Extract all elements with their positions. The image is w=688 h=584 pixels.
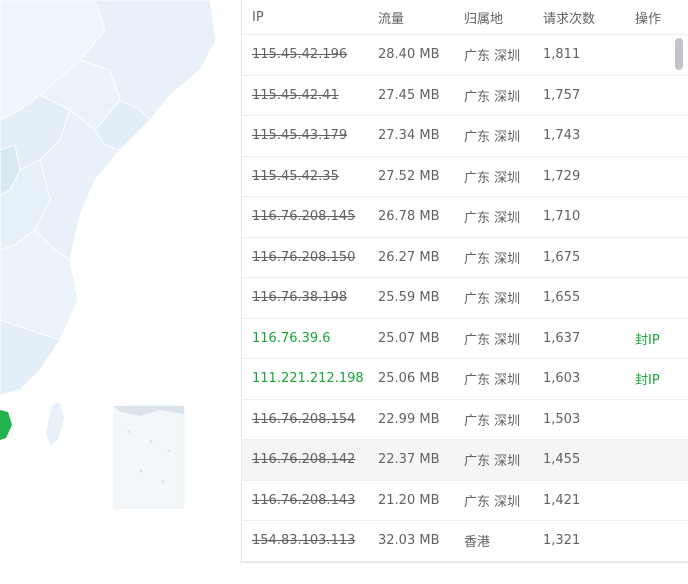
ip-table: IP 流量 归属地 请求次数 操作 115.45.42.196 28.40 MB 广… (241, 0, 688, 563)
ip-cell: 116.76.208.142 (252, 452, 356, 468)
table-header: IP 流量 归属地 请求次数 操作 (242, 0, 688, 35)
requests-cell: 1,743 (543, 128, 581, 144)
requests-cell: 1,710 (543, 209, 581, 225)
header-flow[interactable]: 流量 (368, 8, 454, 27)
table-row: 116.76.208.142 22.37 MB 广东 深圳 1,455 (242, 440, 688, 481)
ip-cell: 116.76.208.150 (252, 249, 356, 265)
table-row: 111.221.212.198 25.06 MB 广东 深圳 1,603 封IP (242, 359, 688, 400)
location-cell: 广东 深圳 (464, 251, 521, 267)
table-row: 154.83.103.113 32.03 MB 香港 1,321 (242, 521, 688, 562)
header-requests[interactable]: 请求次数 (533, 8, 625, 27)
location-cell: 广东 深圳 (464, 494, 521, 510)
location-cell: 广东 深圳 (464, 130, 521, 146)
table-scrollbar[interactable] (675, 34, 683, 562)
flow-cell: 27.52 MB (378, 168, 440, 184)
flow-cell: 22.37 MB (378, 452, 440, 468)
flow-cell: 25.07 MB (378, 330, 440, 346)
flow-cell: 26.27 MB (378, 249, 440, 265)
ip-cell: 115.45.42.41 (252, 87, 339, 103)
table-row: 116.76.38.198 25.59 MB 广东 深圳 1,655 (242, 278, 688, 319)
table-row: 115.45.42.196 28.40 MB 广东 深圳 1,811 (242, 35, 688, 76)
flow-cell: 25.06 MB (378, 371, 440, 387)
location-cell: 广东 深圳 (464, 454, 521, 470)
location-cell: 广东 深圳 (464, 292, 521, 308)
requests-cell: 1,321 (543, 533, 581, 549)
ip-cell: 116.76.208.154 (252, 411, 356, 427)
location-cell: 广东 深圳 (464, 332, 521, 348)
map-island (46, 402, 64, 446)
ip-cell: 116.76.38.198 (252, 290, 348, 306)
ip-cell: 116.76.39.6 (252, 330, 331, 346)
requests-cell: 1,421 (543, 492, 581, 508)
location-cell: 广东 深圳 (464, 89, 521, 105)
table-row: 116.76.208.143 21.20 MB 广东 深圳 1,421 (242, 481, 688, 521)
ip-cell: 115.45.42.196 (252, 47, 348, 63)
location-cell: 广东 深圳 (464, 170, 521, 186)
flow-cell: 28.40 MB (378, 47, 440, 63)
ban-ip-button[interactable]: 封IP (635, 333, 660, 348)
flow-cell: 21.20 MB (378, 492, 440, 508)
location-cell: 广东 深圳 (464, 49, 521, 65)
map-inset-box (113, 405, 185, 509)
ip-cell: 115.45.42.35 (252, 168, 339, 184)
action-cell: 封IP (625, 369, 675, 388)
flow-cell: 27.34 MB (378, 128, 440, 144)
flow-cell: 22.99 MB (378, 411, 440, 427)
requests-cell: 1,503 (543, 411, 581, 427)
table-row: 115.45.43.179 27.34 MB 广东 深圳 1,743 (242, 116, 688, 157)
table-row: 116.76.208.145 26.78 MB 广东 深圳 1,710 (242, 197, 688, 238)
requests-cell: 1,811 (543, 47, 581, 63)
flow-cell: 27.45 MB (378, 87, 440, 103)
requests-cell: 1,675 (543, 249, 581, 265)
table-body: 115.45.42.196 28.40 MB 广东 深圳 1,811 115.45.42… (242, 35, 688, 562)
table-row: 115.45.42.35 27.52 MB 广东 深圳 1,729 (242, 157, 688, 197)
flow-cell: 26.78 MB (378, 209, 440, 225)
table-row: 116.76.208.154 22.99 MB 广东 深圳 1,503 (242, 400, 688, 440)
flow-cell: 32.03 MB (378, 533, 440, 549)
table-row: 115.45.42.41 27.45 MB 广东 深圳 1,757 (242, 76, 688, 116)
header-action: 操作 (635, 11, 662, 27)
scrollbar-thumb[interactable] (675, 38, 683, 70)
requests-cell: 1,655 (543, 290, 581, 306)
requests-cell: 1,455 (543, 452, 581, 468)
ban-ip-button[interactable]: 封IP (635, 373, 660, 388)
header-ip[interactable]: IP (242, 10, 368, 25)
location-cell: 香港 (464, 535, 491, 551)
ip-cell: 111.221.212.198 (252, 371, 364, 387)
table-row: 116.76.208.150 26.27 MB 广东 深圳 1,675 (242, 238, 688, 278)
ip-cell: 154.83.103.113 (252, 533, 356, 549)
requests-cell: 1,603 (543, 371, 581, 387)
flow-cell: 25.59 MB (378, 290, 440, 306)
action-cell: 封IP (625, 329, 675, 348)
china-map (0, 0, 217, 509)
ip-cell: 116.76.208.143 (252, 492, 356, 508)
map-provinces (0, 0, 217, 396)
ip-cell: 116.76.208.145 (252, 209, 356, 225)
header-location[interactable]: 归属地 (454, 8, 533, 27)
location-cell: 广东 深圳 (464, 211, 521, 227)
ip-cell: 115.45.43.179 (252, 128, 348, 144)
requests-cell: 1,757 (543, 87, 581, 103)
table-row: 116.76.39.6 25.07 MB 广东 深圳 1,637 封IP (242, 319, 688, 359)
requests-cell: 1,637 (543, 330, 581, 346)
map-highlight-region (0, 410, 12, 440)
location-cell: 广东 深圳 (464, 413, 521, 429)
location-cell: 广东 深圳 (464, 373, 521, 389)
requests-cell: 1,729 (543, 168, 581, 184)
